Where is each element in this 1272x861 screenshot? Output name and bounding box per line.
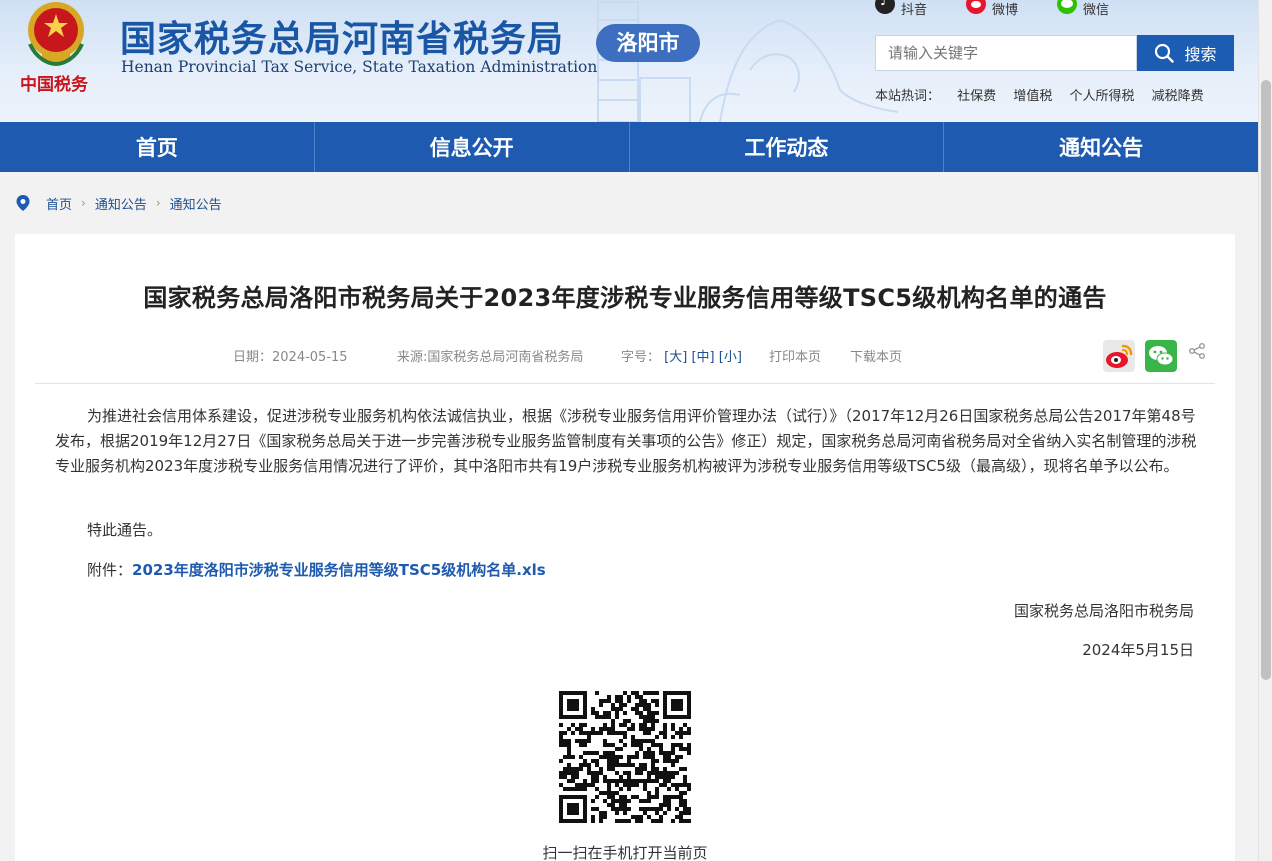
location-pin-icon xyxy=(16,195,30,211)
font-size-label: 字号： xyxy=(621,350,661,365)
hot-words-label: 本站热词： xyxy=(875,89,941,104)
article-divider xyxy=(35,383,1215,384)
share-icon[interactable] xyxy=(1188,342,1206,360)
article-card: 国家税务总局洛阳市税务局关于2023年度涉税专业服务信用等级TSC5级机构名单的… xyxy=(15,234,1235,861)
breadcrumb-notices-current[interactable]: 通知公告 xyxy=(170,194,222,213)
font-size-large[interactable]: [大] xyxy=(664,350,687,365)
search-icon xyxy=(1155,43,1175,63)
article-body: 为推进社会信用体系建设，促进涉税专业服务机构依法诚信执业，根据《涉税专业服务信用… xyxy=(55,407,1197,475)
article-date: 日期：2024-05-15 xyxy=(233,350,348,365)
wechat-icon xyxy=(1057,0,1077,14)
hot-words: 本站热词： 社保费 增值税 个人所得税 减税降费 xyxy=(875,85,1217,104)
article-attachment: 附件：2023年度洛阳市涉税专业服务信用等级TSC5级机构名单.xls xyxy=(87,559,546,580)
scrollbar-thumb[interactable] xyxy=(1261,80,1271,680)
social-weibo[interactable]: 微博 xyxy=(966,0,1019,18)
font-size-medium[interactable]: [中] xyxy=(691,350,714,365)
qr-code-icon xyxy=(559,691,691,823)
nav-item-info-disclosure[interactable]: 信息公开 xyxy=(315,122,630,172)
chevron-right-icon: › xyxy=(81,196,86,210)
nav-item-home[interactable]: 首页 xyxy=(0,122,315,172)
article-source: 来源:国家税务总局河南省税务局 xyxy=(397,350,584,365)
city-badge: 洛阳市 xyxy=(596,24,700,62)
hot-word-item[interactable]: 个人所得税 xyxy=(1069,89,1134,104)
weibo-icon xyxy=(1106,344,1133,368)
social-tiktok[interactable]: 抖音 xyxy=(875,0,928,18)
hot-word-item[interactable]: 社保费 xyxy=(957,89,996,104)
tiktok-icon xyxy=(875,0,895,14)
share-wechat-button[interactable] xyxy=(1145,340,1177,372)
site-title-en: Henan Provincial Tax Service, State Taxa… xyxy=(121,58,598,76)
search-button-label: 搜索 xyxy=(1184,45,1217,64)
article-sign-date: 2024年5月15日 xyxy=(1082,641,1194,659)
article-closing: 特此通告。 xyxy=(87,521,163,539)
nav-item-notices[interactable]: 通知公告 xyxy=(944,122,1258,172)
weibo-icon xyxy=(966,0,986,14)
social-wechat[interactable]: 微信 xyxy=(1057,0,1110,18)
article-signer: 国家税务总局洛阳市税务局 xyxy=(1013,602,1194,620)
chevron-right-icon: › xyxy=(155,196,161,210)
article-title: 国家税务总局洛阳市税务局关于2023年度涉税专业服务信用等级TSC5级机构名单的… xyxy=(143,284,1107,312)
social-tiktok-label: 抖音 xyxy=(901,2,928,18)
emblem-caption: 中国税务 xyxy=(20,75,88,95)
social-wechat-label: 微信 xyxy=(1083,2,1110,18)
breadcrumb-notices[interactable]: 通知公告 xyxy=(95,194,147,213)
hot-word-item[interactable]: 增值税 xyxy=(1013,89,1052,104)
main-nav: 首页 信息公开 工作动态 通知公告 xyxy=(0,122,1258,172)
qr-caption: 扫一扫在手机打开当前页 xyxy=(542,844,708,861)
page-scrollbar[interactable] xyxy=(1258,0,1272,861)
font-size-small[interactable]: [小] xyxy=(719,350,742,365)
social-weibo-label: 微博 xyxy=(992,2,1019,18)
print-page-link[interactable]: 打印本页 xyxy=(769,346,821,365)
attachment-label: 附件： xyxy=(87,561,133,579)
breadcrumb-home[interactable]: 首页 xyxy=(46,194,72,213)
nav-item-work-news[interactable]: 工作动态 xyxy=(630,122,945,172)
wechat-icon xyxy=(1149,346,1174,366)
breadcrumb: 首页 › 通知公告 › 通知公告 xyxy=(16,193,222,213)
site-title-cn: 国家税务总局河南省税务局 xyxy=(120,19,565,60)
attachment-link[interactable]: 2023年度洛阳市涉税专业服务信用等级TSC5级机构名单.xls xyxy=(132,561,546,579)
download-page-link[interactable]: 下载本页 xyxy=(850,346,902,365)
share-weibo-button[interactable] xyxy=(1103,340,1135,372)
site-header: 中国税务 国家税务总局河南省税务局 Henan Provincial Tax S… xyxy=(0,0,1258,122)
tax-emblem-icon xyxy=(28,2,84,67)
search-input[interactable] xyxy=(875,35,1137,71)
font-size-control: 字号： [大] [中] [小] xyxy=(621,346,742,365)
hot-word-item[interactable]: 减税降费 xyxy=(1152,89,1204,104)
search-button[interactable]: 搜索 xyxy=(1137,35,1234,71)
